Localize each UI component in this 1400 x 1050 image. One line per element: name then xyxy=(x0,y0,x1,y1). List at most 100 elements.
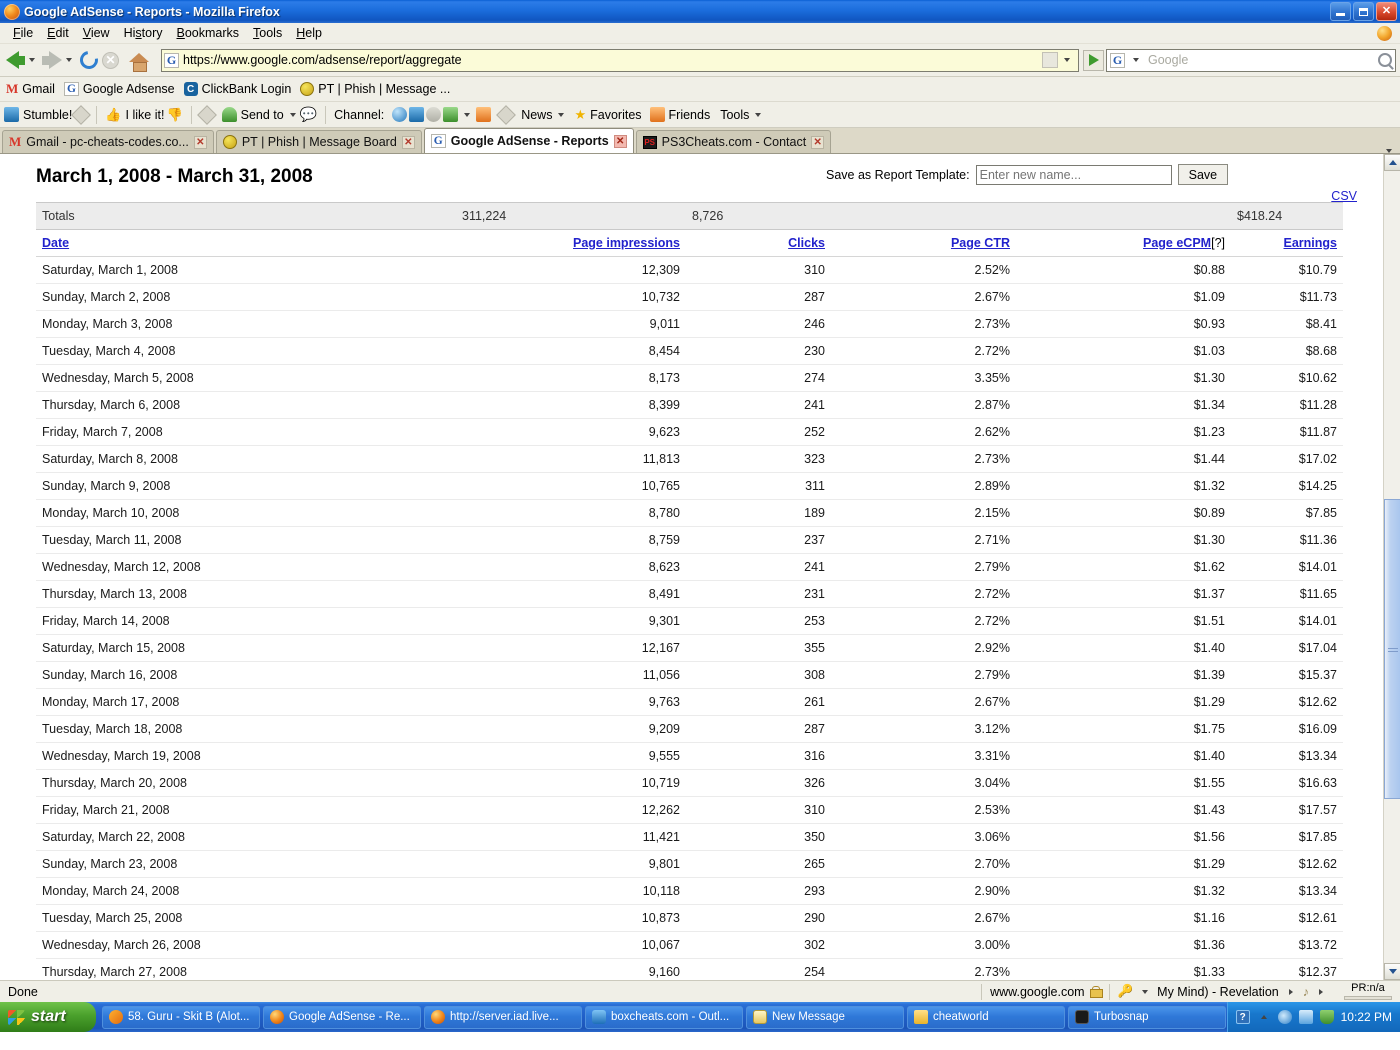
save-button[interactable]: Save xyxy=(1177,164,1229,185)
tag-icon[interactable] xyxy=(71,104,92,125)
csv-download-link[interactable]: CSV xyxy=(1331,189,1357,203)
tab-pt-phish[interactable]: PT | Phish | Message Board ✕ xyxy=(215,130,422,153)
home-button[interactable] xyxy=(121,52,157,72)
taskbar-item[interactable]: boxcheats.com - Outl... xyxy=(585,1005,743,1029)
column-header-impressions[interactable]: Page impressions xyxy=(456,229,686,257)
address-bar[interactable]: G https://www.google.com/adsense/report/… xyxy=(161,48,1079,72)
chevron-down-icon[interactable] xyxy=(1142,989,1149,994)
sort-link-ecpm[interactable]: Page eCPM xyxy=(1143,236,1211,250)
search-input[interactable]: Google xyxy=(1148,53,1188,67)
sort-link-earnings[interactable]: Earnings xyxy=(1284,236,1338,250)
bookmark-gmail[interactable]: M Gmail xyxy=(4,81,62,97)
chevron-down-icon[interactable] xyxy=(289,112,296,117)
friends-button[interactable]: Friends xyxy=(649,107,710,122)
minimize-button[interactable] xyxy=(1330,2,1351,21)
menu-item-file[interactable]: FFileile xyxy=(6,25,40,41)
search-icon[interactable] xyxy=(1378,53,1392,67)
network-icon[interactable] xyxy=(1298,1010,1313,1024)
taskbar-item[interactable]: Google AdSense - Re... xyxy=(263,1005,421,1029)
menu-item-edit[interactable]: Edit xyxy=(40,25,76,41)
bookmark-pt-phish[interactable]: PT | Phish | Message ... xyxy=(298,82,457,96)
bookmark-google-adsense[interactable]: G Google Adsense xyxy=(62,82,182,96)
column-header-clicks[interactable]: Clicks xyxy=(686,229,831,257)
column-header-earnings[interactable]: Earnings xyxy=(1231,229,1343,257)
tools-menu-button[interactable]: Tools xyxy=(720,108,763,122)
chevron-down-icon[interactable] xyxy=(558,112,565,117)
taskbar-item[interactable]: 58. Guru - Skit B (Alot... xyxy=(102,1005,260,1029)
column-header-date[interactable]: Date xyxy=(36,229,456,257)
close-icon[interactable]: ✕ xyxy=(811,135,825,149)
send-to-button[interactable]: Send to xyxy=(221,107,298,122)
favorites-button[interactable]: ★ Favorites xyxy=(574,107,641,123)
video-icon[interactable] xyxy=(426,107,442,122)
help-icon[interactable]: [?] xyxy=(1211,236,1225,250)
forward-button[interactable] xyxy=(41,51,78,69)
menu-item-bookmarks[interactable]: Bookmarks xyxy=(170,25,247,41)
scrollbar-thumb[interactable] xyxy=(1384,499,1400,799)
sort-link-ctr[interactable]: Page CTR xyxy=(951,236,1010,250)
thumbs-down-icon[interactable]: 👎 xyxy=(166,107,182,123)
i-like-it-button[interactable]: 👍 I like it! xyxy=(105,107,164,123)
stumbleupon-button[interactable]: Stumble! xyxy=(4,107,72,122)
back-button[interactable] xyxy=(4,51,41,69)
music-icon[interactable]: ♪ xyxy=(1303,985,1309,999)
menu-item-tools[interactable]: Tools xyxy=(246,25,289,41)
taskbar-item[interactable]: New Message xyxy=(746,1005,904,1029)
people-icon[interactable] xyxy=(476,107,492,122)
maximize-button[interactable] xyxy=(1353,2,1374,21)
close-icon[interactable]: ✕ xyxy=(613,134,627,148)
stats-icon[interactable] xyxy=(443,107,459,122)
chevron-down-icon[interactable] xyxy=(755,112,762,117)
address-dropdown-icon[interactable] xyxy=(1064,58,1070,62)
menu-item-history[interactable]: History xyxy=(117,25,170,41)
template-name-input[interactable] xyxy=(975,164,1172,185)
tab-list-button[interactable] xyxy=(1382,149,1400,153)
clock[interactable]: 10:22 PM xyxy=(1341,1010,1392,1024)
start-button[interactable]: start xyxy=(0,1002,96,1032)
vertical-scrollbar[interactable] xyxy=(1383,154,1400,980)
security-shield-icon[interactable] xyxy=(1319,1010,1334,1024)
close-icon[interactable]: ✕ xyxy=(193,135,207,149)
sort-link-clicks[interactable]: Clicks xyxy=(788,236,825,250)
menu-item-help[interactable]: Help xyxy=(289,25,329,41)
forward-dropdown-icon[interactable] xyxy=(66,58,72,62)
chevron-right-icon[interactable] xyxy=(1319,988,1323,995)
status-domain-cell[interactable]: www.google.com xyxy=(982,985,1109,999)
tag-icon[interactable] xyxy=(196,104,217,125)
chevron-up-icon[interactable] xyxy=(1260,1015,1267,1019)
reload-button[interactable] xyxy=(76,47,102,73)
photo-icon[interactable] xyxy=(409,107,425,122)
menu-item-view[interactable]: View xyxy=(76,25,117,41)
tag-icon[interactable] xyxy=(496,104,517,125)
help-icon[interactable]: ? xyxy=(1235,1010,1250,1024)
taskbar-item[interactable]: http://server.iad.live... xyxy=(424,1005,582,1029)
volume-icon[interactable] xyxy=(1277,1010,1292,1024)
search-bar[interactable]: G Google xyxy=(1106,48,1396,72)
search-engine-dropdown-icon[interactable] xyxy=(1133,58,1139,62)
close-button[interactable]: ✕ xyxy=(1376,2,1397,21)
taskbar-item[interactable]: Turbosnap xyxy=(1068,1005,1226,1029)
bookmark-clickbank-login[interactable]: C ClickBank Login xyxy=(182,82,299,96)
column-header-ecpm[interactable]: Page eCPM[?] xyxy=(1016,229,1231,257)
taskbar-item[interactable]: cheatworld xyxy=(907,1005,1065,1029)
column-header-ctr[interactable]: Page CTR xyxy=(831,229,1016,257)
comment-icon[interactable]: 💬 xyxy=(300,106,317,123)
chevron-down-icon[interactable] xyxy=(464,112,471,117)
scroll-down-button[interactable] xyxy=(1384,963,1400,980)
scroll-up-button[interactable] xyxy=(1384,154,1400,171)
globe-icon[interactable] xyxy=(392,107,408,122)
sort-link-impressions[interactable]: Page impressions xyxy=(573,236,680,250)
tab-gmail[interactable]: M Gmail - pc-cheats-codes.co... ✕ xyxy=(2,130,214,153)
back-dropdown-icon[interactable] xyxy=(29,58,35,62)
tab-ps3cheats-contact[interactable]: PS PS3Cheats.com - Contact ✕ xyxy=(635,130,832,153)
status-toolbar-cell[interactable]: 🔑 My Mind) - Revelation ♪ xyxy=(1110,984,1336,999)
close-icon[interactable]: ✕ xyxy=(401,135,415,149)
cell-earnings: $12.62 xyxy=(1231,688,1343,716)
go-button[interactable] xyxy=(1083,49,1104,71)
tab-google-adsense-reports[interactable]: G Google AdSense - Reports ✕ xyxy=(423,128,634,153)
stop-button[interactable]: ✕ xyxy=(100,51,121,69)
bookmark-star-icon[interactable] xyxy=(1042,52,1058,68)
chevron-right-icon[interactable] xyxy=(1288,988,1293,995)
sort-link-date[interactable]: Date xyxy=(42,236,69,250)
news-button[interactable]: News xyxy=(521,108,566,122)
